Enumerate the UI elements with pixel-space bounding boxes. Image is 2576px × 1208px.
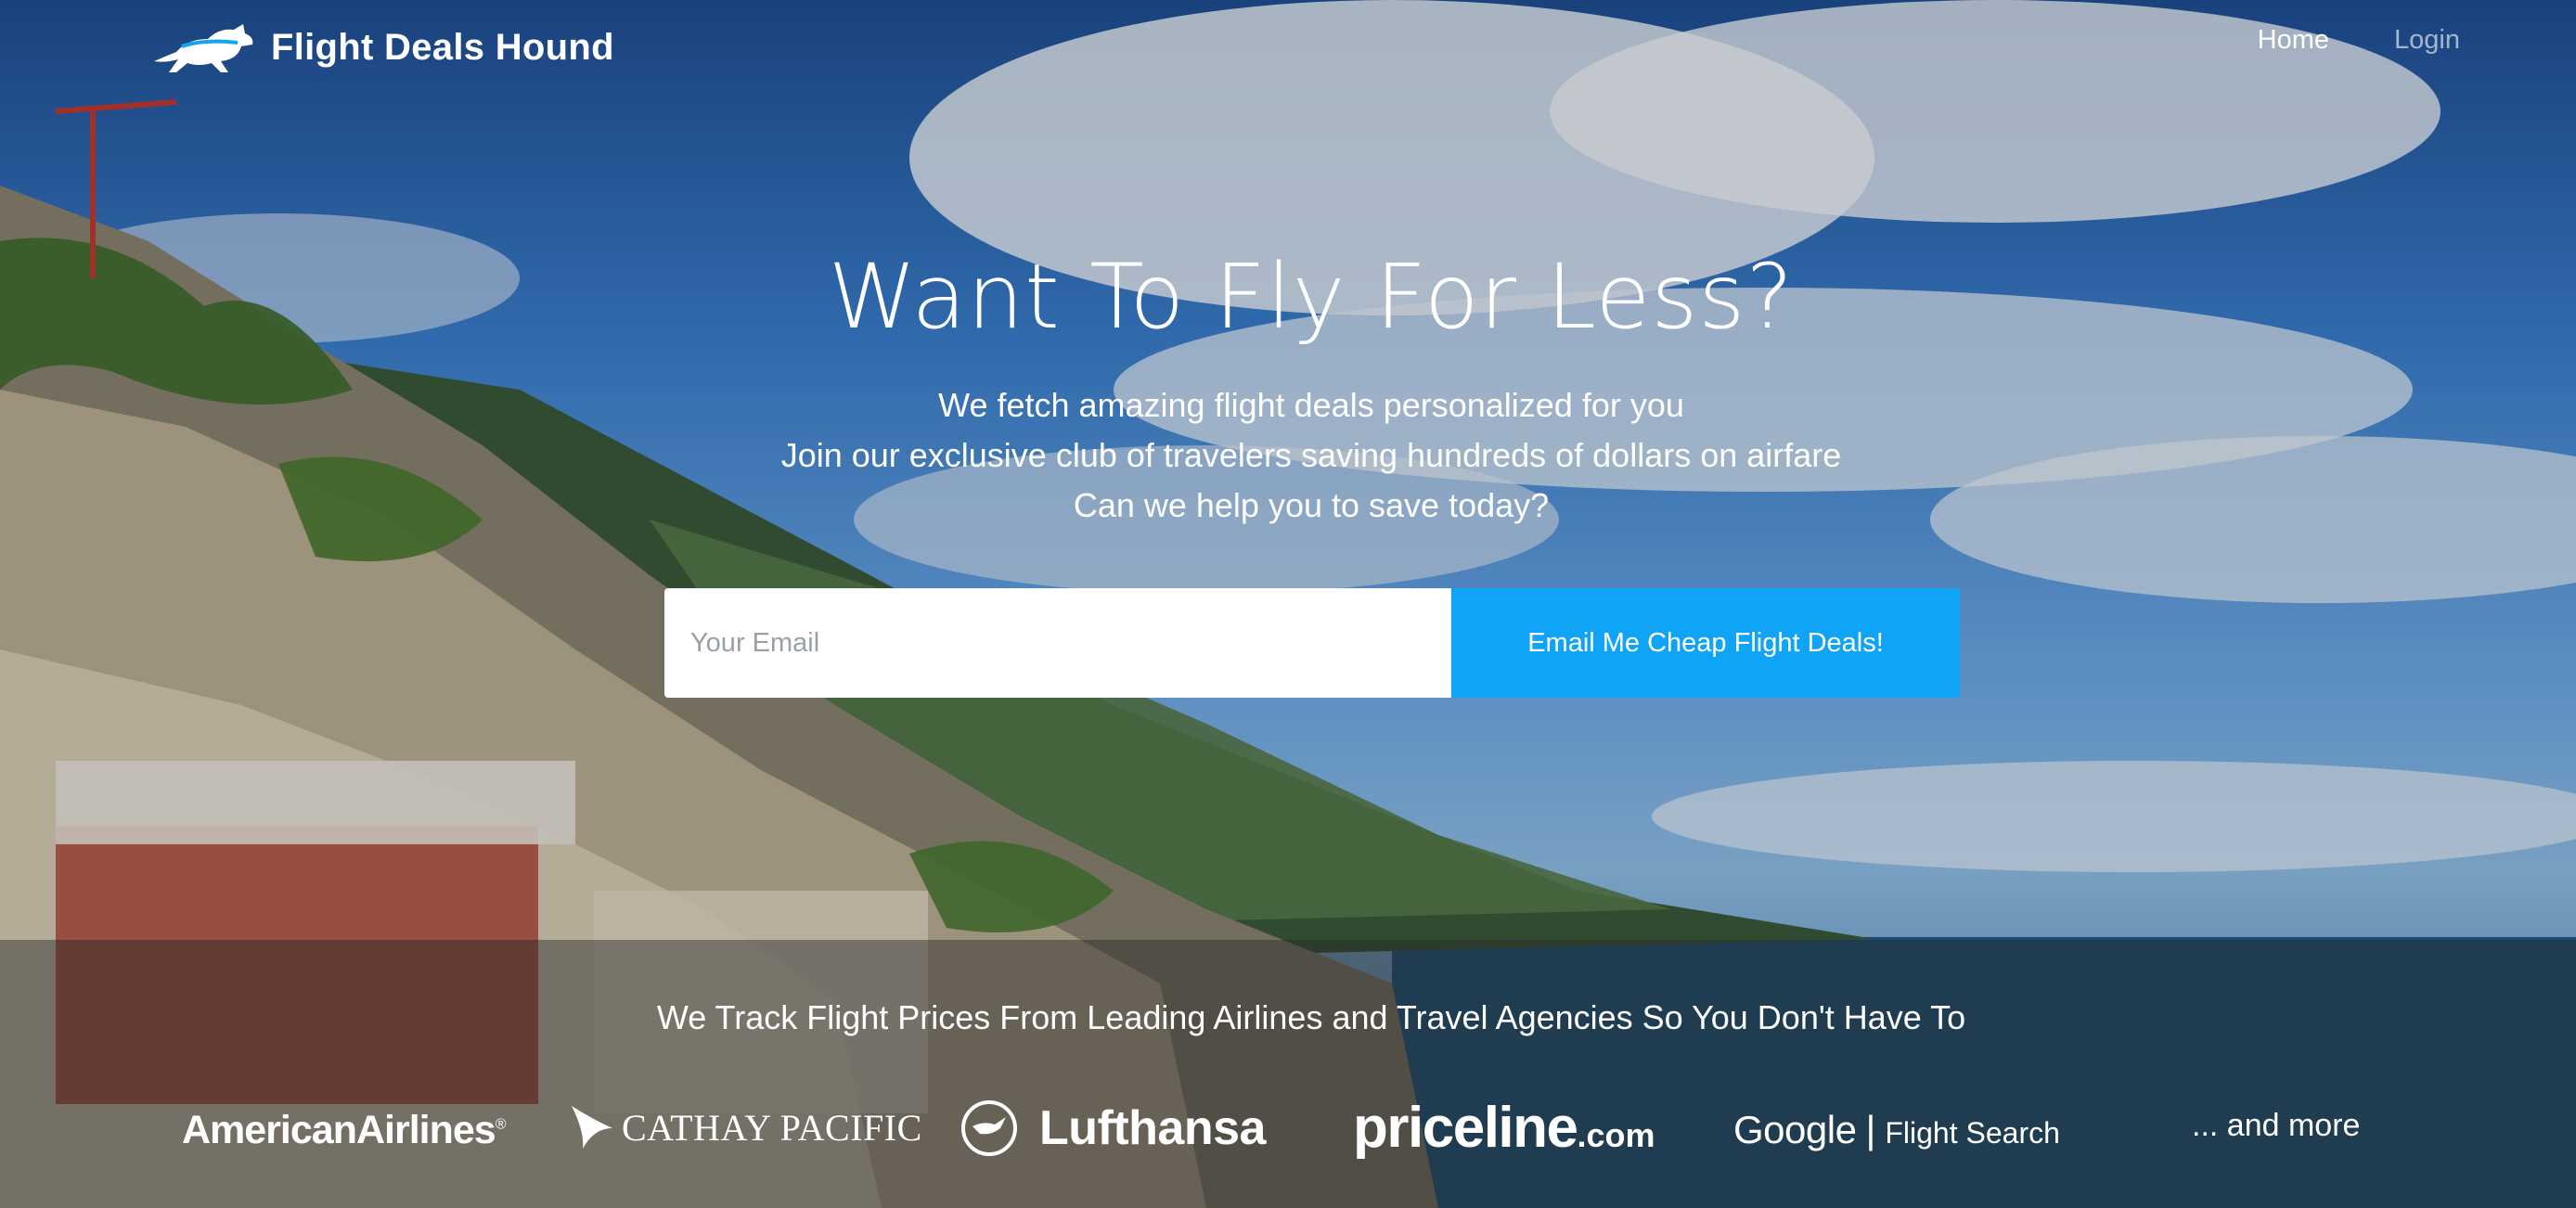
american-airlines-logo: AmericanAirlines® [182, 1108, 506, 1153]
signup-form: Email Me Cheap Flight Deals! [664, 588, 1960, 698]
flight-search-wordmark: Flight Search [1885, 1116, 2060, 1150]
partners-tagline: We Track Flight Prices From Leading Airl… [656, 998, 1966, 1036]
email-deals-button[interactable]: Email Me Cheap Flight Deals! [1451, 588, 1960, 698]
top-nav: Home Login [2258, 25, 2460, 56]
partners-band [0, 940, 2576, 1208]
hound-dog-icon [154, 24, 253, 72]
crane-roundel-icon [961, 1100, 1017, 1156]
nav-home-link[interactable]: Home [2258, 25, 2329, 56]
priceline-suffix: .com [1577, 1116, 1655, 1154]
hero-headline: Want To Fly For Less? [828, 245, 1795, 349]
hero-subtext: We fetch amazing flight deals personaliz… [0, 380, 2576, 531]
priceline-wordmark: priceline [1353, 1096, 1578, 1160]
hero-line: Can we help you to save today? [1073, 486, 1550, 524]
and-more-text: ... and more [2192, 1108, 2361, 1143]
registered-mark: ® [495, 1116, 507, 1133]
priceline-logo: priceline.com [1353, 1095, 1655, 1161]
brand-name: Flight Deals Hound [271, 26, 614, 68]
lufthansa-wordmark: Lufthansa [1039, 1101, 1266, 1155]
google-wordmark: Google [1733, 1108, 1857, 1151]
brushwing-icon [572, 1106, 612, 1149]
hero-line: We fetch amazing flight deals personaliz… [938, 386, 1684, 424]
google-flight-search-logo: Google | Flight Search [1733, 1108, 2060, 1152]
email-input[interactable] [664, 588, 1451, 698]
logo-separator: | [1865, 1108, 1876, 1151]
american-airlines-wordmark: AmericanAirlines [182, 1108, 496, 1152]
hero-line: Join our exclusive club of travelers sav… [780, 436, 1842, 474]
lufthansa-logo: Lufthansa [960, 1099, 1266, 1158]
cathay-pacific-logo: CATHAY PACIFIC [566, 1100, 922, 1154]
nav-login-link[interactable]: Login [2394, 25, 2460, 56]
cathay-pacific-wordmark: CATHAY PACIFIC [622, 1106, 922, 1149]
brand[interactable]: Flight Deals Hound [148, 15, 614, 80]
